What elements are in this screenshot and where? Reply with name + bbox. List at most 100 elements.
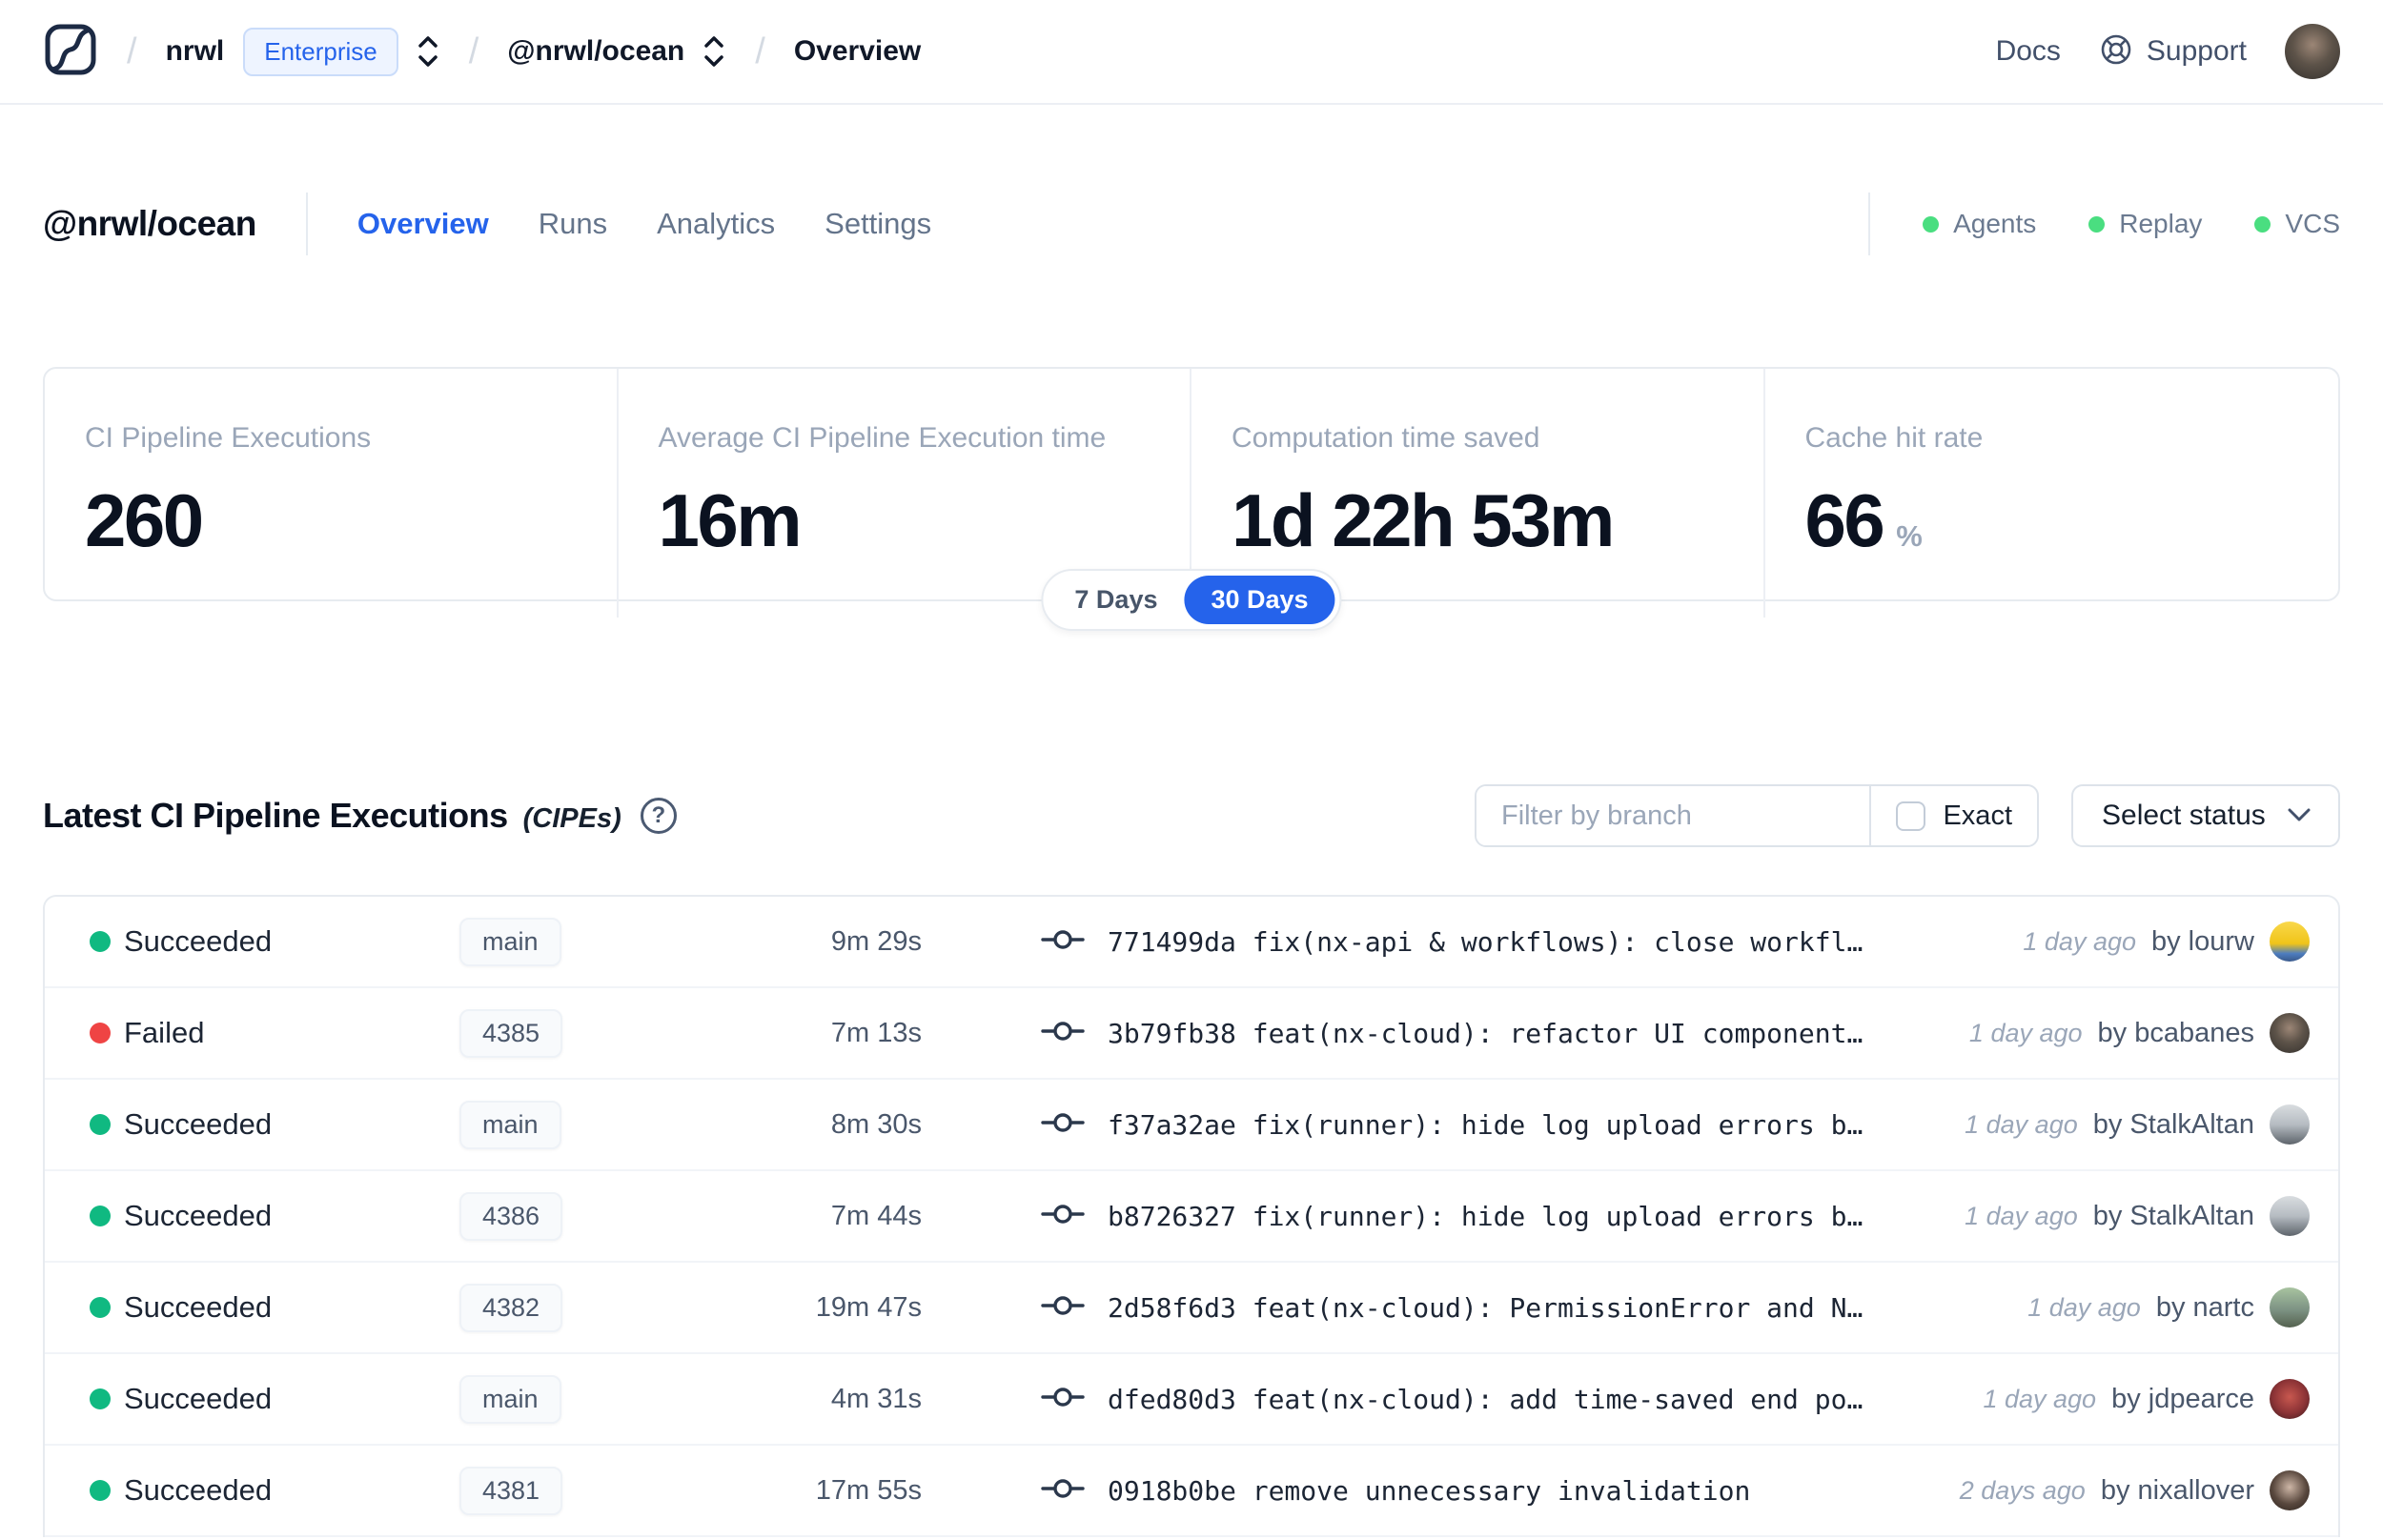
commit-message: 3b79fb38 feat(nx-cloud): refactor UI com… xyxy=(1108,1017,1864,1049)
author-label: by jdpearce xyxy=(2111,1383,2254,1414)
author-label: by StalkAltan xyxy=(2092,1200,2254,1231)
branch-badge[interactable]: 4386 xyxy=(459,1191,563,1241)
git-commit-icon xyxy=(1041,1202,1085,1231)
author-label: by nixallover xyxy=(2100,1474,2254,1506)
status-label: Succeeded xyxy=(124,1382,273,1415)
enterprise-badge[interactable]: Enterprise xyxy=(243,27,398,76)
stat-suffix: % xyxy=(1896,519,1923,553)
tab[interactable]: Overview xyxy=(357,207,489,241)
branch-badge[interactable]: main xyxy=(459,1374,561,1424)
breadcrumb-org[interactable]: nrwl xyxy=(166,35,225,68)
stat-value: 260 xyxy=(85,478,204,562)
cipe-section-header: Latest CI Pipeline Executions (CIPEs) ? … xyxy=(43,782,2340,849)
avatar xyxy=(2270,1379,2310,1419)
table-row[interactable]: Succeeded main 4m 31s dfed80d3 feat(nx-c… xyxy=(45,1354,2338,1446)
duration-label: 7m 44s xyxy=(830,1200,922,1231)
chevron-down-icon xyxy=(2285,800,2313,832)
stat-label: Cache hit rate xyxy=(1804,422,1984,454)
git-commit-icon xyxy=(1041,1476,1085,1506)
cipe-table: Succeeded main 9m 29s 771499da fix(nx-ap… xyxy=(43,895,2340,1537)
commit-cell[interactable]: f37a32ae fix(runner): hide log upload er… xyxy=(1041,1109,1965,1141)
commit-message: 0918b0be remove unnecessary invalidation xyxy=(1108,1474,1751,1507)
status-select[interactable]: Select status xyxy=(2071,784,2340,847)
indicator-list: Agents Replay VCS xyxy=(1923,209,2340,239)
duration-label: 7m 13s xyxy=(830,1017,922,1048)
branch-cell: 4382 xyxy=(459,1283,650,1332)
table-row[interactable]: Succeeded 4382 19m 47s 2d58f6d3 feat(nx-… xyxy=(45,1263,2338,1354)
table-row[interactable]: Succeeded main 9m 29s 771499da fix(nx-ap… xyxy=(45,897,2338,988)
support-link[interactable]: Support xyxy=(2099,32,2247,71)
timestamp: 1 day ago xyxy=(1968,1018,2083,1047)
branch-badge[interactable]: 4382 xyxy=(459,1283,563,1332)
stat-label: Average CI Pipeline Execution time xyxy=(658,422,1107,454)
commit-message: dfed80d3 feat(nx-cloud): add time-saved … xyxy=(1108,1383,1864,1415)
breadcrumb-workspace[interactable]: @nrwl/ocean xyxy=(507,35,684,68)
commit-cell[interactable]: dfed80d3 feat(nx-cloud): add time-saved … xyxy=(1041,1384,1983,1415)
status-label: Succeeded xyxy=(124,924,273,958)
workspace-switcher-chevron-icon[interactable] xyxy=(702,32,726,71)
commit-cell[interactable]: b8726327 fix(runner): hide log upload er… xyxy=(1041,1201,1965,1232)
tab[interactable]: Runs xyxy=(539,207,607,241)
branch-badge[interactable]: main xyxy=(459,1100,561,1149)
table-row[interactable]: Succeeded 4386 7m 44s b8726327 fix(runne… xyxy=(45,1171,2338,1263)
status-dot-icon xyxy=(90,1114,111,1135)
exact-checkbox[interactable] xyxy=(1896,800,1926,831)
user-avatar[interactable] xyxy=(2285,24,2340,79)
workspace-title: @nrwl/ocean xyxy=(43,204,256,243)
green-dot-icon xyxy=(2088,215,2106,233)
org-switcher-chevron-icon[interactable] xyxy=(416,32,440,71)
tab[interactable]: Analytics xyxy=(657,207,775,241)
exact-toggle: Exact xyxy=(1869,786,2037,845)
table-row[interactable]: Failed 4385 7m 13s 3b79fb38 feat(nx-clou… xyxy=(45,988,2338,1080)
exact-label: Exact xyxy=(1943,800,2012,831)
timestamp: 1 day ago xyxy=(1965,1109,2078,1139)
row-meta: 1 day ago by lourw xyxy=(2023,922,2310,962)
period-option-30-days[interactable]: 30 Days xyxy=(1184,576,1335,624)
navbar-actions: Docs Support xyxy=(1996,24,2340,79)
branch-badge[interactable]: main xyxy=(459,917,561,966)
commit-message: 771499da fix(nx-api & workflows): close … xyxy=(1108,925,1864,958)
branch-badge[interactable]: 4381 xyxy=(459,1466,563,1515)
commit-cell[interactable]: 2d58f6d3 feat(nx-cloud): PermissionError… xyxy=(1041,1292,2027,1324)
timestamp: 1 day ago xyxy=(2023,926,2136,956)
status-dot-icon xyxy=(90,1480,111,1501)
row-meta: 1 day ago by StalkAltan xyxy=(1965,1196,2310,1236)
nx-cloud-logo-icon[interactable] xyxy=(43,22,98,82)
stats-section: CI Pipeline Executions 260 Average CI Pi… xyxy=(43,367,2340,631)
table-row[interactable]: Succeeded 4381 17m 55s 0918b0be remove u… xyxy=(45,1446,2338,1537)
status-indicator[interactable]: Replay xyxy=(2088,209,2202,239)
branch-cell: main xyxy=(459,1374,650,1424)
breadcrumb-separator: / xyxy=(127,30,137,71)
commit-cell[interactable]: 3b79fb38 feat(nx-cloud): refactor UI com… xyxy=(1041,1018,1969,1049)
branch-filter-input[interactable] xyxy=(1477,786,1870,845)
status-label: Failed xyxy=(124,1016,205,1049)
status-dot-icon xyxy=(90,1023,111,1044)
stats-card-row: CI Pipeline Executions 260 Average CI Pi… xyxy=(43,367,2340,618)
help-icon[interactable]: ? xyxy=(640,798,677,834)
status-dot-icon xyxy=(90,1297,111,1318)
branch-badge[interactable]: 4385 xyxy=(459,1008,563,1058)
duration-label: 17m 55s xyxy=(815,1474,922,1506)
period-option-7-days[interactable]: 7 Days xyxy=(1048,576,1184,624)
branch-filter-group: Exact xyxy=(1475,784,2039,847)
stat-label: CI Pipeline Executions xyxy=(85,422,372,454)
workspace-header: @nrwl/ocean Overview Runs Analytics Sett… xyxy=(0,186,2383,262)
tab[interactable]: Settings xyxy=(825,207,931,241)
branch-cell: 4381 xyxy=(459,1466,650,1515)
avatar xyxy=(2270,1104,2310,1145)
commit-cell[interactable]: 771499da fix(nx-api & workflows): close … xyxy=(1041,926,2023,958)
docs-link[interactable]: Docs xyxy=(1996,35,2061,68)
author-label: by StalkAltan xyxy=(2092,1108,2254,1140)
stat-value: 66 % xyxy=(1804,478,1923,562)
status-indicator[interactable]: VCS xyxy=(2254,209,2340,239)
breadcrumb: / nrwl Enterprise / @nrwl/ocean / Overvi… xyxy=(43,22,921,82)
table-row[interactable]: Succeeded main 8m 30s f37a32ae fix(runne… xyxy=(45,1080,2338,1171)
git-commit-icon xyxy=(1041,1019,1085,1048)
status-dot-icon xyxy=(90,1206,111,1226)
author-label: by bcabanes xyxy=(2097,1017,2254,1048)
git-commit-icon xyxy=(1041,1293,1085,1323)
status-indicator[interactable]: Agents xyxy=(1923,209,2036,239)
commit-cell[interactable]: 0918b0be remove unnecessary invalidation xyxy=(1041,1475,1960,1507)
git-commit-icon xyxy=(1041,1110,1085,1140)
commit-message: f37a32ae fix(runner): hide log upload er… xyxy=(1108,1108,1864,1141)
